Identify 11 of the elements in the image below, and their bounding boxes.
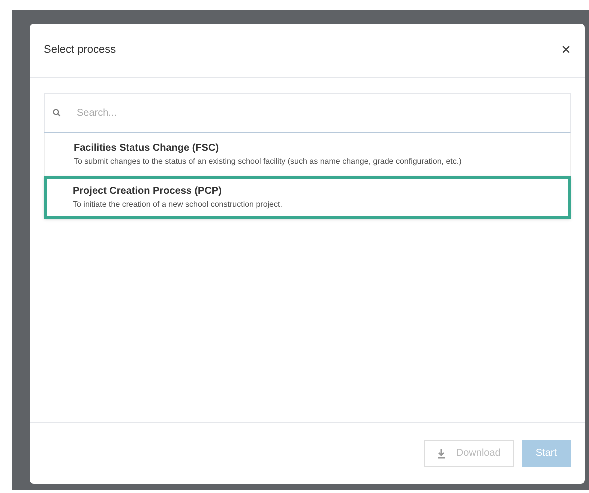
process-description: To initiate the creation of a new school construction project. [73, 199, 284, 211]
search-icon [53, 109, 61, 117]
dialog-title: Select process [44, 43, 116, 58]
process-item[interactable]: Facilities Status Change (FSC) To submit changes to the status of an existing school facility (such as name change, grade configuration, etc.) [44, 133, 571, 176]
process-description: To submit changes to the status of an existing school facility (such as name change, grade configuration, etc.) [74, 156, 463, 168]
process-name: Facilities Status Change (FSC) [74, 142, 220, 156]
process-name: Project Creation Process (PCP) [73, 185, 223, 199]
download-icon [437, 448, 446, 458]
search-field[interactable]: Search... [44, 93, 571, 133]
process-item[interactable]: Project Creation Process (PCP) To initiate the creation of a new school construction project. [44, 176, 571, 219]
close-button[interactable]: × [562, 42, 571, 58]
